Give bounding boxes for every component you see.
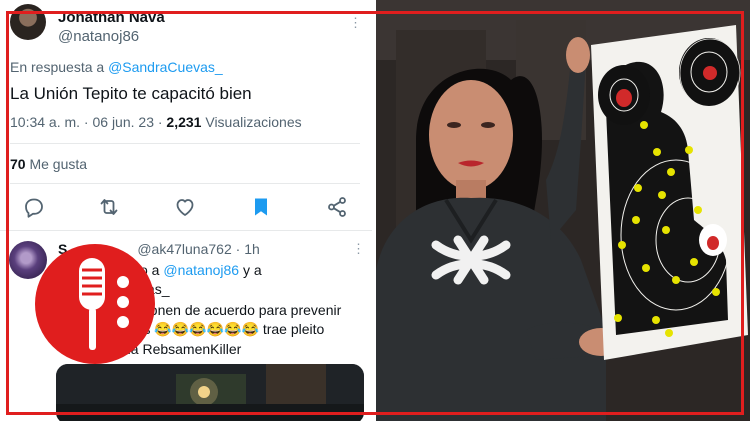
shooting-target [591,25,748,360]
red-frame-right [741,11,744,415]
photo-illustration [376,0,750,421]
microphone-icon [35,244,155,364]
photo-woman-with-target [376,0,750,421]
